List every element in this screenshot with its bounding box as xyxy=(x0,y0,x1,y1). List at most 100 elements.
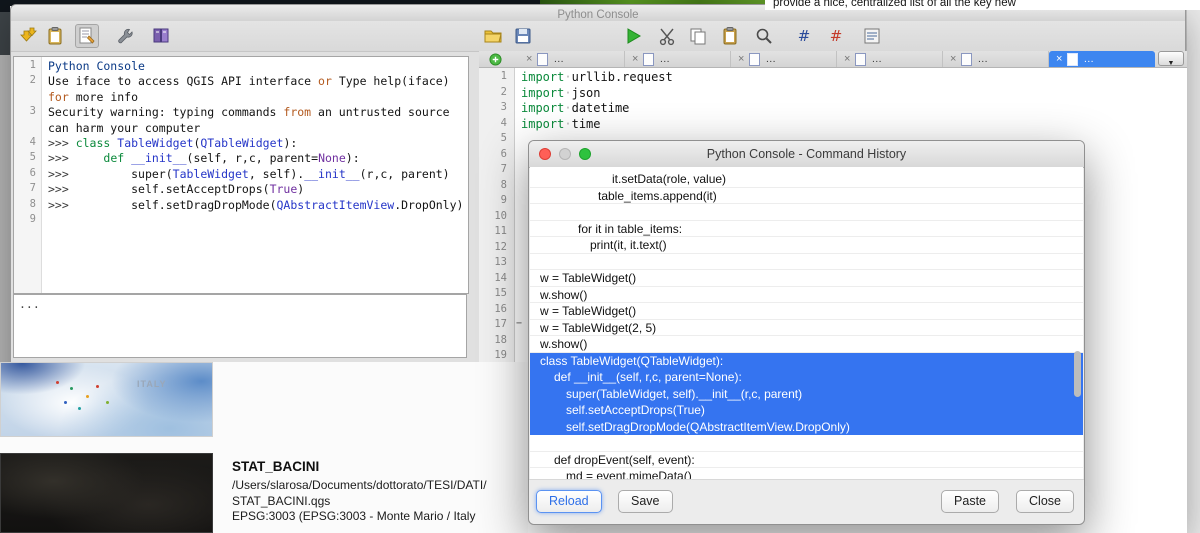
wrench-icon xyxy=(115,26,135,46)
clipboard-icon xyxy=(45,26,65,46)
project-thumbnail-map[interactable]: ITALY xyxy=(0,362,213,437)
paste-clipboard-button[interactable] xyxy=(43,24,67,48)
project-file: STAT_BACINI.qgs xyxy=(232,494,524,510)
recent-projects-panel: ITALY STAT_BACINI /Users/slarosa/Documen… xyxy=(0,362,528,533)
code-line xyxy=(48,213,468,228)
document-icon xyxy=(749,53,760,66)
history-item[interactable]: self.setDragDropMode(QAbstractItemView.D… xyxy=(530,419,1083,436)
background-browser-text: provide a nice, centralized list of all … xyxy=(773,0,1016,9)
history-list[interactable]: it.setData(role, value)table_items.appen… xyxy=(530,167,1083,480)
dialog-titlebar[interactable]: Python Console - Command History xyxy=(529,141,1084,168)
close-dialog-button[interactable]: Close xyxy=(1016,490,1074,513)
console-output[interactable]: 123456789 Python ConsoleUse iface to acc… xyxy=(13,56,469,294)
line-number: 3 xyxy=(14,105,41,120)
editor-tab[interactable]: ×… xyxy=(519,51,625,67)
line-number xyxy=(14,90,41,105)
save-button[interactable]: Save xyxy=(618,490,673,513)
editor-tab[interactable]: ×… xyxy=(943,51,1049,67)
console-input[interactable]: ... xyxy=(13,294,467,358)
background-browser-fragment: provide a nice, centralized list of all … xyxy=(765,0,1200,10)
editor-tab[interactable]: ×… xyxy=(837,51,943,67)
code-line: for more info xyxy=(48,90,468,105)
line-number: 18 xyxy=(479,334,514,350)
history-item[interactable]: print(it, it.text() xyxy=(530,237,1083,254)
history-item[interactable]: w.show() xyxy=(530,287,1083,304)
line-number: 10 xyxy=(479,210,514,226)
history-item[interactable]: it.setData(role, value) xyxy=(530,171,1083,188)
close-tab-icon[interactable]: × xyxy=(526,54,532,64)
find-text-button[interactable] xyxy=(752,24,776,48)
tab-label: … xyxy=(659,53,670,65)
project-entry[interactable]: STAT_BACINI /Users/slarosa/Documents/dot… xyxy=(232,459,524,525)
save-script-button[interactable] xyxy=(511,24,535,48)
code-line: Security warning: typing commands from a… xyxy=(48,105,468,120)
line-number: 6 xyxy=(14,167,41,182)
history-item[interactable]: def dropEvent(self, event): xyxy=(530,452,1083,469)
history-item[interactable]: for it in table_items: xyxy=(530,221,1083,238)
show-editor-toggle-button[interactable] xyxy=(75,24,99,48)
close-tab-icon[interactable]: × xyxy=(632,54,638,64)
import-class-button[interactable] xyxy=(17,24,41,48)
object-inspector-icon xyxy=(862,26,882,46)
copy-button[interactable] xyxy=(686,24,710,48)
editor-tab[interactable]: ×… xyxy=(625,51,731,67)
close-tab-icon[interactable]: × xyxy=(1056,54,1062,64)
history-item[interactable]: super(TableWidget, self).__init__(r,c, p… xyxy=(530,386,1083,403)
line-number: 14 xyxy=(479,272,514,288)
comment-code-button[interactable]: # xyxy=(792,24,816,48)
background-window-edge xyxy=(1186,10,1200,533)
editor-tab[interactable]: ×… xyxy=(731,51,837,67)
new-editor-icon[interactable] xyxy=(489,53,502,66)
code-line: import·datetime xyxy=(521,101,1187,117)
history-scrollbar-thumb[interactable] xyxy=(1074,351,1081,397)
history-item[interactable]: class TableWidget(QTableWidget): xyxy=(530,353,1083,370)
command-history-dialog: Python Console - Command History it.setD… xyxy=(528,140,1085,525)
history-item[interactable]: w = TableWidget() xyxy=(530,270,1083,287)
editor-tabbar: ×…×…×…×…×…×… ▼ xyxy=(479,51,1187,68)
uncomment-code-button[interactable]: # xyxy=(824,24,848,48)
editor-code-lines: import·urllib.requestimport·jsonimport·d… xyxy=(521,70,1187,132)
cut-button[interactable] xyxy=(655,24,679,48)
fold-marker[interactable]: − xyxy=(516,318,522,329)
code-line: >>> def __init__(self, r,c, parent=None)… xyxy=(48,151,468,166)
editor-tab-active[interactable]: ×… xyxy=(1049,51,1155,67)
history-item[interactable]: w = TableWidget() xyxy=(530,303,1083,320)
line-number: 9 xyxy=(479,194,514,210)
close-window-button[interactable] xyxy=(539,148,551,160)
code-line: >>> super(TableWidget, self).__init__(r,… xyxy=(48,167,468,182)
tab-list-dropdown-button[interactable]: ▼ xyxy=(1158,51,1184,66)
object-inspector-button[interactable] xyxy=(860,24,884,48)
paste-button[interactable] xyxy=(718,24,742,48)
project-thumbnail-satellite[interactable] xyxy=(0,453,213,533)
line-number: 13 xyxy=(479,256,514,272)
console-output-lines: Python ConsoleUse iface to access QGIS A… xyxy=(43,57,468,293)
line-number: 7 xyxy=(14,182,41,197)
close-tab-icon[interactable]: × xyxy=(738,54,744,64)
history-item[interactable]: self.setAcceptDrops(True) xyxy=(530,402,1083,419)
options-button[interactable] xyxy=(113,24,137,48)
open-script-button[interactable] xyxy=(481,24,505,48)
history-item[interactable]: table_items.append(it) xyxy=(530,188,1083,205)
zoom-window-button[interactable] xyxy=(579,148,591,160)
help-button[interactable] xyxy=(149,24,173,48)
paste-history-button[interactable]: Paste xyxy=(941,490,999,513)
help-book-icon xyxy=(151,26,171,46)
project-title: STAT_BACINI xyxy=(232,459,524,474)
tab-label: … xyxy=(1083,53,1094,65)
history-item[interactable] xyxy=(530,254,1083,271)
screen: Python Console xyxy=(0,0,1200,533)
minimize-window-button[interactable] xyxy=(559,148,571,160)
line-number: 4 xyxy=(14,136,41,151)
history-item[interactable]: def __init__(self, r,c, parent=None): xyxy=(530,369,1083,386)
uncomment-hash-icon: # xyxy=(826,26,846,46)
history-item[interactable] xyxy=(530,204,1083,221)
close-tab-icon[interactable]: × xyxy=(950,54,956,64)
reload-button[interactable]: Reload xyxy=(536,490,602,513)
close-tab-icon[interactable]: × xyxy=(844,54,850,64)
history-item[interactable] xyxy=(530,435,1083,452)
line-number: 1 xyxy=(14,59,41,74)
history-item[interactable]: w = TableWidget(2, 5) xyxy=(530,320,1083,337)
history-item[interactable]: w.show() xyxy=(530,336,1083,353)
run-script-button[interactable] xyxy=(621,24,645,48)
console-toolbar: # # xyxy=(11,21,1185,52)
